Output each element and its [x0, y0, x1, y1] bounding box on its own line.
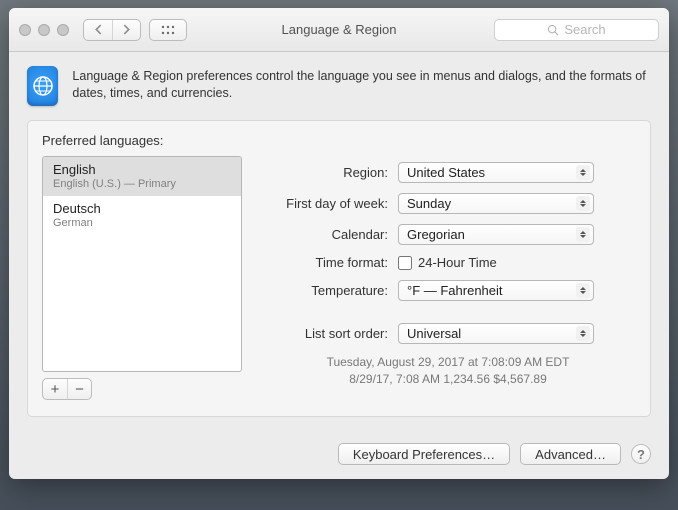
- footer: Keyboard Preferences… Advanced… ?: [9, 431, 669, 479]
- remove-language-button[interactable]: −: [67, 379, 91, 399]
- temperature-select[interactable]: °F — Fahrenheit: [398, 280, 594, 301]
- calendar-label: Calendar:: [260, 227, 388, 242]
- advanced-button[interactable]: Advanced…: [520, 443, 621, 465]
- titlebar: Language & Region Search: [9, 8, 669, 52]
- zoom-icon[interactable]: [57, 24, 69, 36]
- preferred-languages-label: Preferred languages:: [42, 133, 636, 148]
- nav-back-forward: [83, 19, 141, 41]
- updown-icon: [576, 227, 590, 242]
- updown-icon: [576, 196, 590, 211]
- temperature-label: Temperature:: [260, 283, 388, 298]
- search-placeholder: Search: [564, 22, 605, 37]
- add-remove-segment: + −: [42, 378, 92, 400]
- list-item[interactable]: English English (U.S.) — Primary: [43, 157, 241, 196]
- languages-column: English English (U.S.) — Primary Deutsch…: [42, 156, 242, 400]
- settings-panel: Preferred languages: English English (U.…: [27, 120, 651, 417]
- language-name: English: [53, 162, 231, 177]
- 24hour-label: 24-Hour Time: [418, 255, 497, 270]
- keyboard-preferences-button[interactable]: Keyboard Preferences…: [338, 443, 510, 465]
- show-all-button[interactable]: [149, 19, 187, 41]
- region-select[interactable]: United States: [398, 162, 594, 183]
- help-button[interactable]: ?: [631, 444, 651, 464]
- region-label: Region:: [260, 165, 388, 180]
- time-format-label: Time format:: [260, 255, 388, 270]
- calendar-select[interactable]: Gregorian: [398, 224, 594, 245]
- language-sub: English (U.S.) — Primary: [53, 178, 231, 190]
- first-day-label: First day of week:: [260, 196, 388, 211]
- settings-column: Region: United States First day of week:…: [260, 156, 636, 400]
- forward-button[interactable]: [112, 20, 140, 40]
- search-input[interactable]: Search: [494, 19, 659, 41]
- list-item[interactable]: Deutsch German: [43, 196, 241, 235]
- search-icon: [547, 24, 559, 36]
- example-line2: 8/29/17, 7:08 AM 1,234.56 $4,567.89: [260, 371, 636, 388]
- first-day-select[interactable]: Sunday: [398, 193, 594, 214]
- list-sort-label: List sort order:: [260, 326, 388, 341]
- intro-row: Language & Region preferences control th…: [27, 66, 651, 106]
- updown-icon: [576, 283, 590, 298]
- list-sort-select[interactable]: Universal: [398, 323, 594, 344]
- back-button[interactable]: [84, 20, 112, 40]
- updown-icon: [576, 165, 590, 180]
- body: Language & Region preferences control th…: [9, 52, 669, 431]
- add-language-button[interactable]: +: [43, 379, 67, 399]
- globe-flag-icon: [27, 66, 58, 106]
- close-icon[interactable]: [19, 24, 31, 36]
- format-examples: Tuesday, August 29, 2017 at 7:08:09 AM E…: [260, 354, 636, 388]
- traffic-lights: [19, 24, 69, 36]
- language-name: Deutsch: [53, 201, 231, 216]
- language-sub: German: [53, 217, 231, 229]
- language-list[interactable]: English English (U.S.) — Primary Deutsch…: [42, 156, 242, 372]
- updown-icon: [576, 326, 590, 341]
- preferences-window: Language & Region Search Language & Regi…: [9, 8, 669, 479]
- minimize-icon[interactable]: [38, 24, 50, 36]
- intro-text: Language & Region preferences control th…: [72, 66, 651, 102]
- example-line1: Tuesday, August 29, 2017 at 7:08:09 AM E…: [260, 354, 636, 371]
- 24hour-checkbox[interactable]: [398, 256, 412, 270]
